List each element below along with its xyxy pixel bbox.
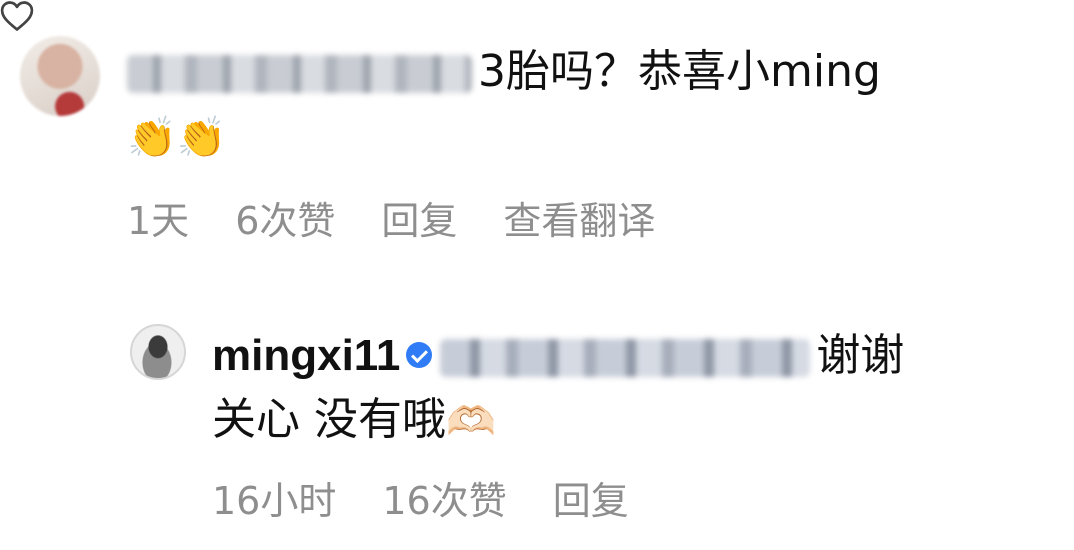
verified-badge-icon (406, 342, 433, 368)
reply-like-count[interactable]: 16次赞 (382, 479, 506, 523)
clapping-hands-emoji: 👏👏 (127, 115, 227, 161)
heart-hands-emoji: 🫶🏻 (446, 399, 496, 445)
reply-button[interactable]: 回复 (381, 199, 457, 243)
blurred-mention[interactable] (440, 339, 811, 377)
see-translation-button[interactable]: 查看翻译 (503, 199, 655, 243)
comment-item: 3胎吗？恭喜小ming 👏👏 1天 6次赞 回复 查看翻译 (0, 0, 1074, 270)
reply-meta: 16小时 16次赞 回复 (212, 470, 675, 525)
comment-time: 1天 (127, 199, 190, 243)
reply-item: mingxi11 谢谢关心 没有哦🫶🏻 16小时 16次赞 回复 (0, 300, 1074, 540)
commenter-avatar[interactable] (20, 36, 100, 116)
reply-username[interactable]: mingxi11 (212, 331, 400, 380)
heart-icon[interactable] (0, 0, 34, 32)
like-count[interactable]: 6次赞 (235, 199, 335, 243)
replier-avatar[interactable] (130, 324, 186, 380)
reply-body: mingxi11 谢谢关心 没有哦🫶🏻 (212, 324, 932, 454)
reply-button[interactable]: 回复 (553, 479, 629, 523)
comment-text: 3胎吗？恭喜小ming (478, 46, 881, 97)
comment-body: 3胎吗？恭喜小ming 👏👏 (127, 40, 907, 170)
reply-time: 16小时 (212, 479, 337, 523)
comment-meta: 1天 6次赞 回复 查看翻译 (127, 190, 701, 245)
blurred-username[interactable] (127, 55, 472, 93)
